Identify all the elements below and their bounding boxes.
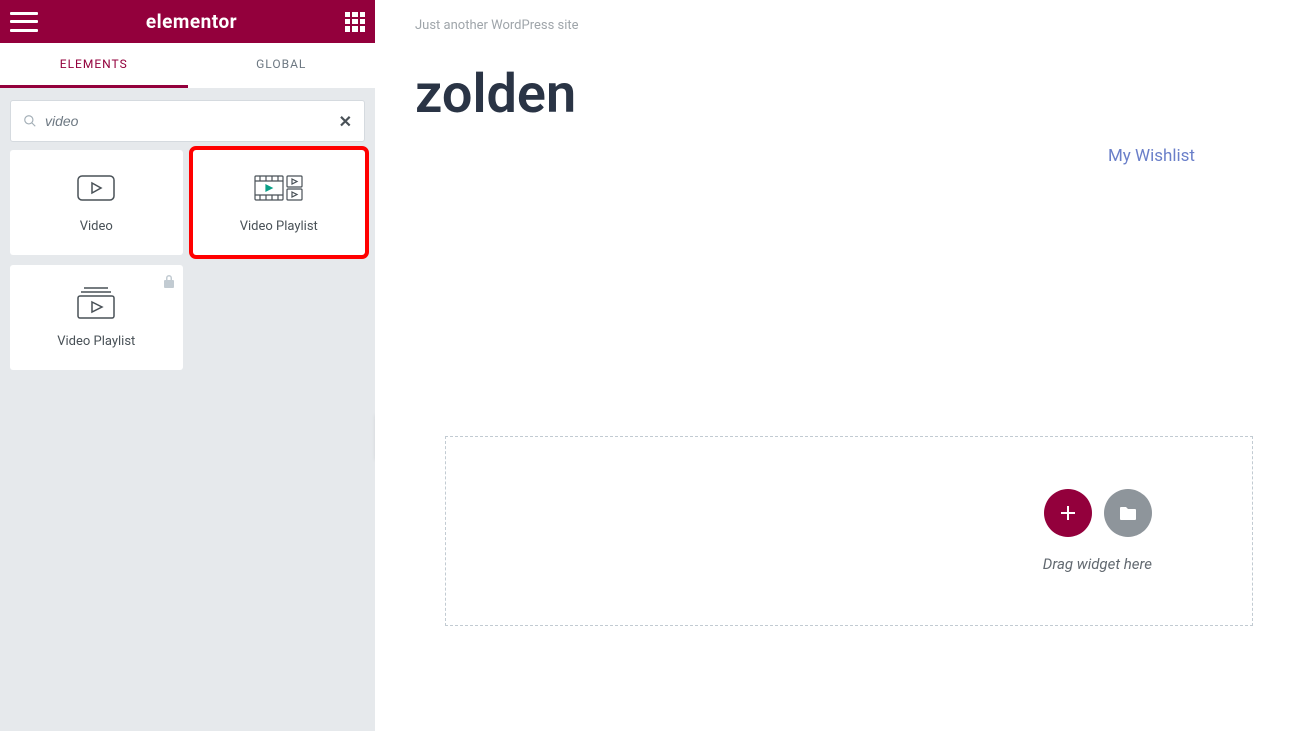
sidebar-tabs: ELEMENTS GLOBAL bbox=[0, 43, 375, 88]
widget-video[interactable]: Video bbox=[10, 150, 183, 255]
folder-icon bbox=[1119, 505, 1137, 521]
widget-label: Video bbox=[80, 219, 113, 234]
add-template-button[interactable] bbox=[1104, 489, 1152, 537]
video-playlist-icon bbox=[254, 171, 304, 205]
widget-dropzone[interactable]: Drag widget here bbox=[445, 436, 1253, 626]
tab-global[interactable]: GLOBAL bbox=[188, 43, 376, 88]
lock-icon bbox=[163, 273, 175, 292]
tab-elements[interactable]: ELEMENTS bbox=[0, 43, 188, 88]
elementor-logo: elementor bbox=[146, 10, 237, 33]
plus-icon bbox=[1059, 504, 1077, 522]
video-playlist-stack-icon bbox=[76, 286, 116, 320]
widget-label: Video Playlist bbox=[57, 334, 135, 349]
add-section-button[interactable] bbox=[1044, 489, 1092, 537]
search-wrap: ✕ bbox=[0, 88, 375, 150]
my-wishlist-link[interactable]: My Wishlist bbox=[415, 146, 1253, 166]
site-title: zolden bbox=[415, 63, 1253, 126]
dropzone-inner: Drag widget here bbox=[446, 489, 1252, 573]
clear-search-icon[interactable]: ✕ bbox=[339, 112, 352, 131]
elementor-sidebar: elementor ELEMENTS GLOBAL ✕ Video bbox=[0, 0, 375, 731]
app-root: elementor ELEMENTS GLOBAL ✕ Video bbox=[0, 0, 1293, 731]
search-icon bbox=[23, 114, 37, 128]
site-tagline: Just another WordPress site bbox=[415, 18, 1253, 33]
widget-label: Video Playlist bbox=[240, 219, 318, 234]
sidebar-header: elementor bbox=[0, 0, 375, 43]
preview-canvas: Just another WordPress site zolden My Wi… bbox=[375, 0, 1293, 731]
widget-search-input[interactable] bbox=[45, 113, 339, 129]
widget-video-playlist-pro[interactable]: Video Playlist bbox=[193, 150, 366, 255]
widgets-grid: Video Video Playlist bbox=[0, 150, 375, 370]
dropzone-buttons bbox=[1044, 489, 1152, 537]
search-box: ✕ bbox=[10, 100, 365, 142]
hamburger-menu-icon[interactable] bbox=[10, 12, 38, 32]
video-icon bbox=[77, 171, 115, 205]
dropzone-hint-text: Drag widget here bbox=[1043, 555, 1152, 573]
apps-grid-icon[interactable] bbox=[345, 12, 365, 32]
widget-video-playlist-locked[interactable]: Video Playlist bbox=[10, 265, 183, 370]
